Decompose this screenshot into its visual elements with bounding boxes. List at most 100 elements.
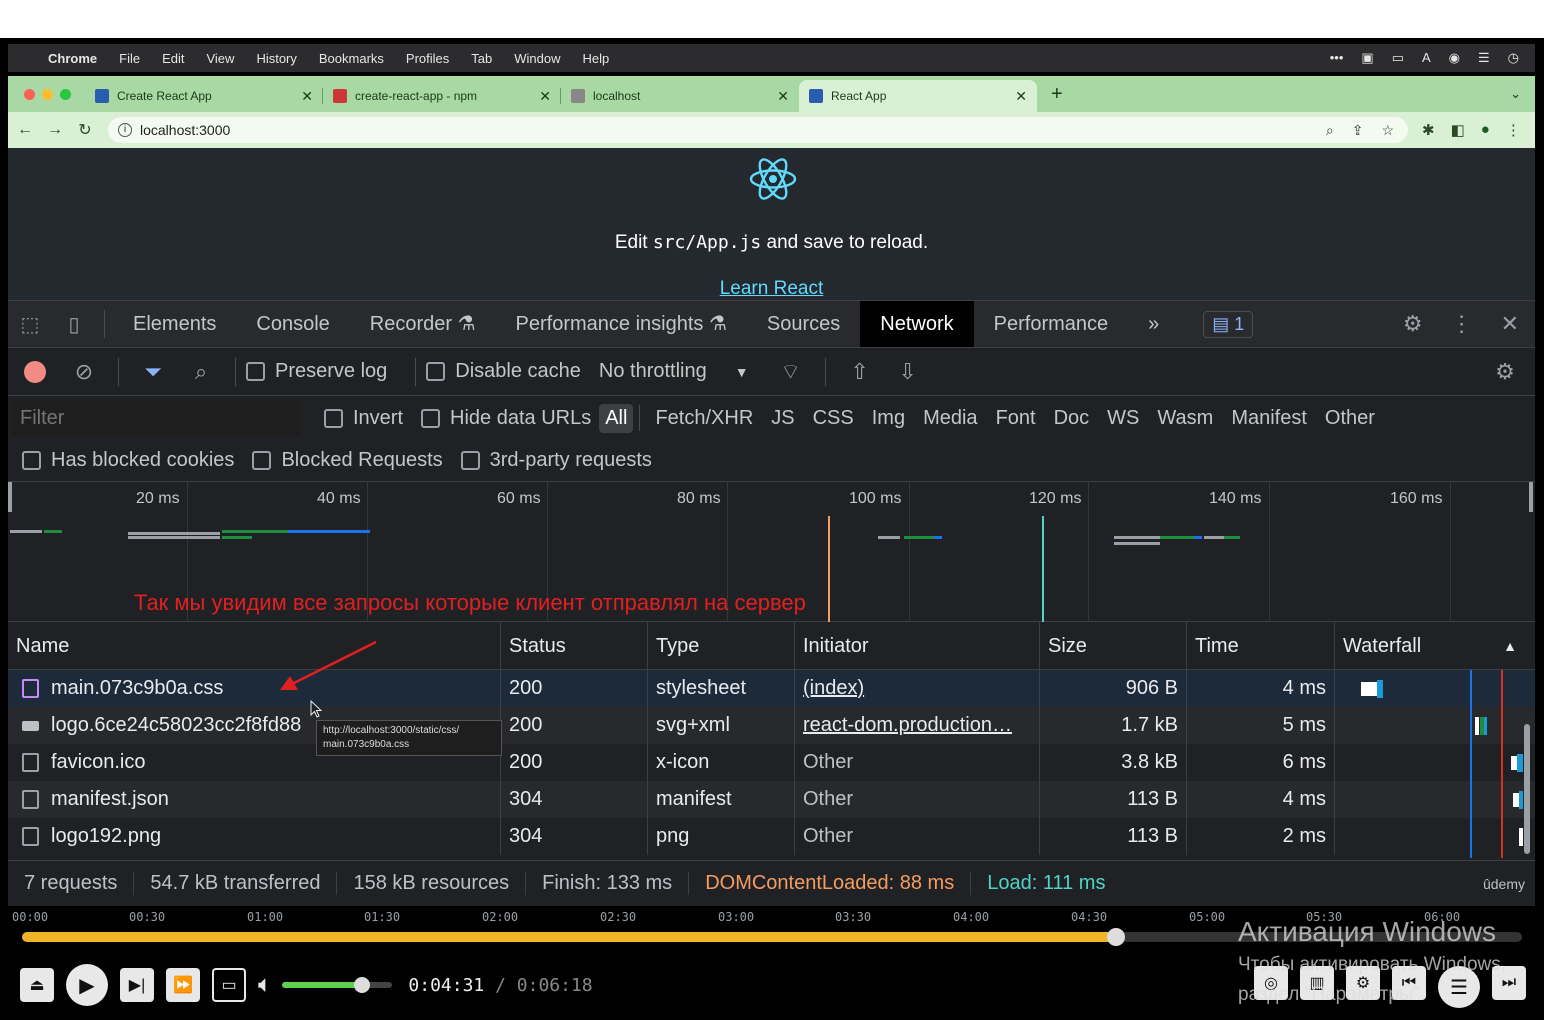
checkbox-box[interactable] [252,451,272,470]
volume-slider[interactable] [282,977,393,993]
column-status[interactable]: Status [501,622,648,670]
menu-profiles[interactable]: Profiles [406,51,449,66]
menu-history[interactable]: History [256,51,296,66]
name-cell[interactable]: manifest.json [8,781,501,818]
checkbox-box[interactable] [22,451,41,470]
tab-elements[interactable]: Elements [113,301,236,347]
chrome-menu-icon[interactable]: ⋮ [1506,121,1521,139]
bookmark-star-icon[interactable]: ☆ [1381,122,1394,139]
keyboard-input-icon[interactable]: A [1422,50,1431,66]
filter-type-media[interactable]: Media [914,407,986,430]
close-tab-icon[interactable]: ✕ [539,88,551,105]
control-center-icon[interactable]: ☰ [1478,50,1490,66]
new-tab-button[interactable]: + [1051,83,1063,112]
filter-type-font[interactable]: Font [987,407,1045,430]
checkbox-box[interactable] [426,362,446,381]
table-row[interactable]: favicon.ico 200 x-icon Other 3.8 kB 6 ms [8,744,1535,781]
more-tabs-chevron-icon[interactable]: » [1128,301,1179,347]
address-bar[interactable]: i localhost:3000 ⌕ ⇪ ☆ [108,117,1408,143]
table-row[interactable]: logo.6ce24c58023cc2f8fd88 200 svg+xml re… [8,707,1535,744]
checkbox-box[interactable] [246,362,265,381]
play-button[interactable]: ▶ [66,964,108,1006]
side-panel-icon[interactable]: ◧ [1451,121,1465,139]
column-type[interactable]: Type [648,622,795,670]
tab-performance-insights[interactable]: Performance insights ⚗ [496,301,747,347]
filter-type-js[interactable]: JS [762,407,803,430]
network-conditions-icon[interactable]: ⌔ [767,358,815,386]
menu-view[interactable]: View [206,51,234,66]
inspect-element-icon[interactable]: ⬚ [8,312,52,337]
clock-icon[interactable]: ◷ [1508,50,1519,66]
filter-type-fetch-xhr[interactable]: Fetch/XHR [646,407,762,430]
invert-checkbox[interactable]: Invert [324,407,403,430]
hide-data-urls-checkbox[interactable]: Hide data URLs [421,407,591,430]
seek-handle[interactable] [1107,928,1126,946]
tab-network[interactable]: Network [860,301,974,347]
checkbox-box[interactable] [421,408,441,428]
filter-type-doc[interactable]: Doc [1045,407,1099,430]
column-time[interactable]: Time [1187,622,1335,670]
subtitles-icon[interactable]: ▭ [212,968,246,1002]
third-party-checkbox[interactable]: 3rd-party requests [460,449,652,472]
clear-icon[interactable]: ⊘ [60,359,108,385]
profile-avatar-icon[interactable]: ● [1481,121,1490,139]
browser-tab-create-react-app[interactable]: Create React App ✕ [85,80,323,112]
throttling-select[interactable]: No throttling ▼ [599,360,749,383]
user-icon[interactable]: ◉ [1449,50,1460,66]
issues-badge[interactable]: ▤ 1 [1203,310,1254,338]
table-scrollbar[interactable] [1524,724,1530,854]
volume-icon[interactable]: 🔈︎ [258,971,272,999]
maximize-window-button[interactable] [60,89,71,100]
checkbox-box[interactable] [324,408,343,428]
battery-icon[interactable]: ▭ [1392,50,1404,66]
more-icon[interactable]: ••• [1330,50,1344,66]
column-initiator[interactable]: Initiator [795,622,1040,670]
close-devtools-icon[interactable]: ✕ [1501,311,1519,337]
browser-tab-react-app[interactable]: React App ✕ [799,80,1037,112]
learn-react-link[interactable]: Learn React [8,278,1535,300]
menu-tab[interactable]: Tab [471,51,492,66]
eject-button[interactable]: ⏏ [20,968,54,1002]
initiator-link[interactable]: react-dom.production… [795,707,1040,744]
network-settings-gear-icon[interactable]: ⚙ [1481,359,1529,385]
reload-icon[interactable]: ↻ [72,120,98,140]
name-cell[interactable]: main.073c9b0a.css [8,670,501,707]
filter-type-css[interactable]: CSS [804,407,863,430]
tab-console[interactable]: Console [236,301,349,347]
menu-window[interactable]: Window [514,51,560,66]
filter-funnel-icon[interactable]: ⏷ [129,359,177,385]
browser-tab-npm[interactable]: create-react-app - npm ✕ [323,80,561,112]
share-icon[interactable]: ⇪ [1352,122,1364,139]
zoom-icon[interactable]: ⌕ [1326,122,1334,139]
overview-handle-right[interactable] [1529,482,1533,512]
network-overview[interactable]: 20 ms 40 ms 60 ms 80 ms 100 ms 120 ms 14… [8,482,1535,622]
name-cell[interactable]: logo192.png [8,818,501,855]
close-tab-icon[interactable]: ✕ [777,88,789,105]
close-window-button[interactable] [24,89,35,100]
close-tab-icon[interactable]: ✕ [301,88,313,105]
menu-file[interactable]: File [119,51,140,66]
table-row[interactable]: manifest.json 304 manifest Other 113 B 4… [8,781,1535,818]
extensions-puzzle-icon[interactable]: ✱ [1422,121,1435,139]
overview-handle-left[interactable] [8,482,12,512]
forward-icon[interactable]: → [42,121,68,139]
screen-mirror-icon[interactable]: ▣ [1361,50,1373,66]
blocked-requests-checkbox[interactable]: Blocked Requests [252,449,443,472]
table-row[interactable]: main.073c9b0a.css 200 stylesheet (index)… [8,670,1535,707]
search-icon[interactable]: ⌕ [177,359,225,385]
column-waterfall[interactable]: Waterfall ▲ [1335,622,1535,670]
export-har-icon[interactable]: ⇩ [884,359,932,385]
preserve-log-checkbox[interactable]: Preserve log [246,360,387,383]
import-har-icon[interactable]: ⇧ [836,359,884,385]
fast-forward-button[interactable]: ⏩ [166,968,200,1002]
checkbox-box[interactable] [460,451,480,470]
menu-bookmarks[interactable]: Bookmarks [319,51,384,66]
blocked-cookies-checkbox[interactable]: Has blocked cookies [22,449,234,472]
devtools-menu-icon[interactable]: ⋮ [1451,311,1473,337]
frame-step-button[interactable]: ▶| [120,968,154,1002]
column-size[interactable]: Size [1040,622,1187,670]
menu-chrome[interactable]: Chrome [48,51,97,66]
filter-type-all[interactable]: All [599,403,634,433]
back-icon[interactable]: ← [12,121,38,139]
settings-gear-icon[interactable]: ⚙ [1403,311,1423,337]
